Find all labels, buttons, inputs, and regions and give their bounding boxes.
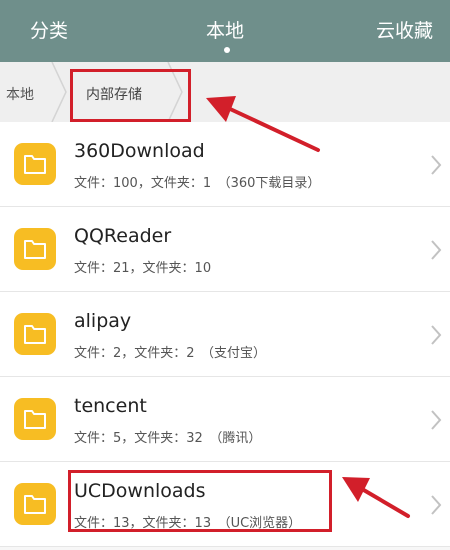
annotation-arrows — [206, 96, 410, 518]
annotation-arrow-icon — [342, 477, 410, 518]
annotation-arrow-icon — [206, 96, 320, 152]
